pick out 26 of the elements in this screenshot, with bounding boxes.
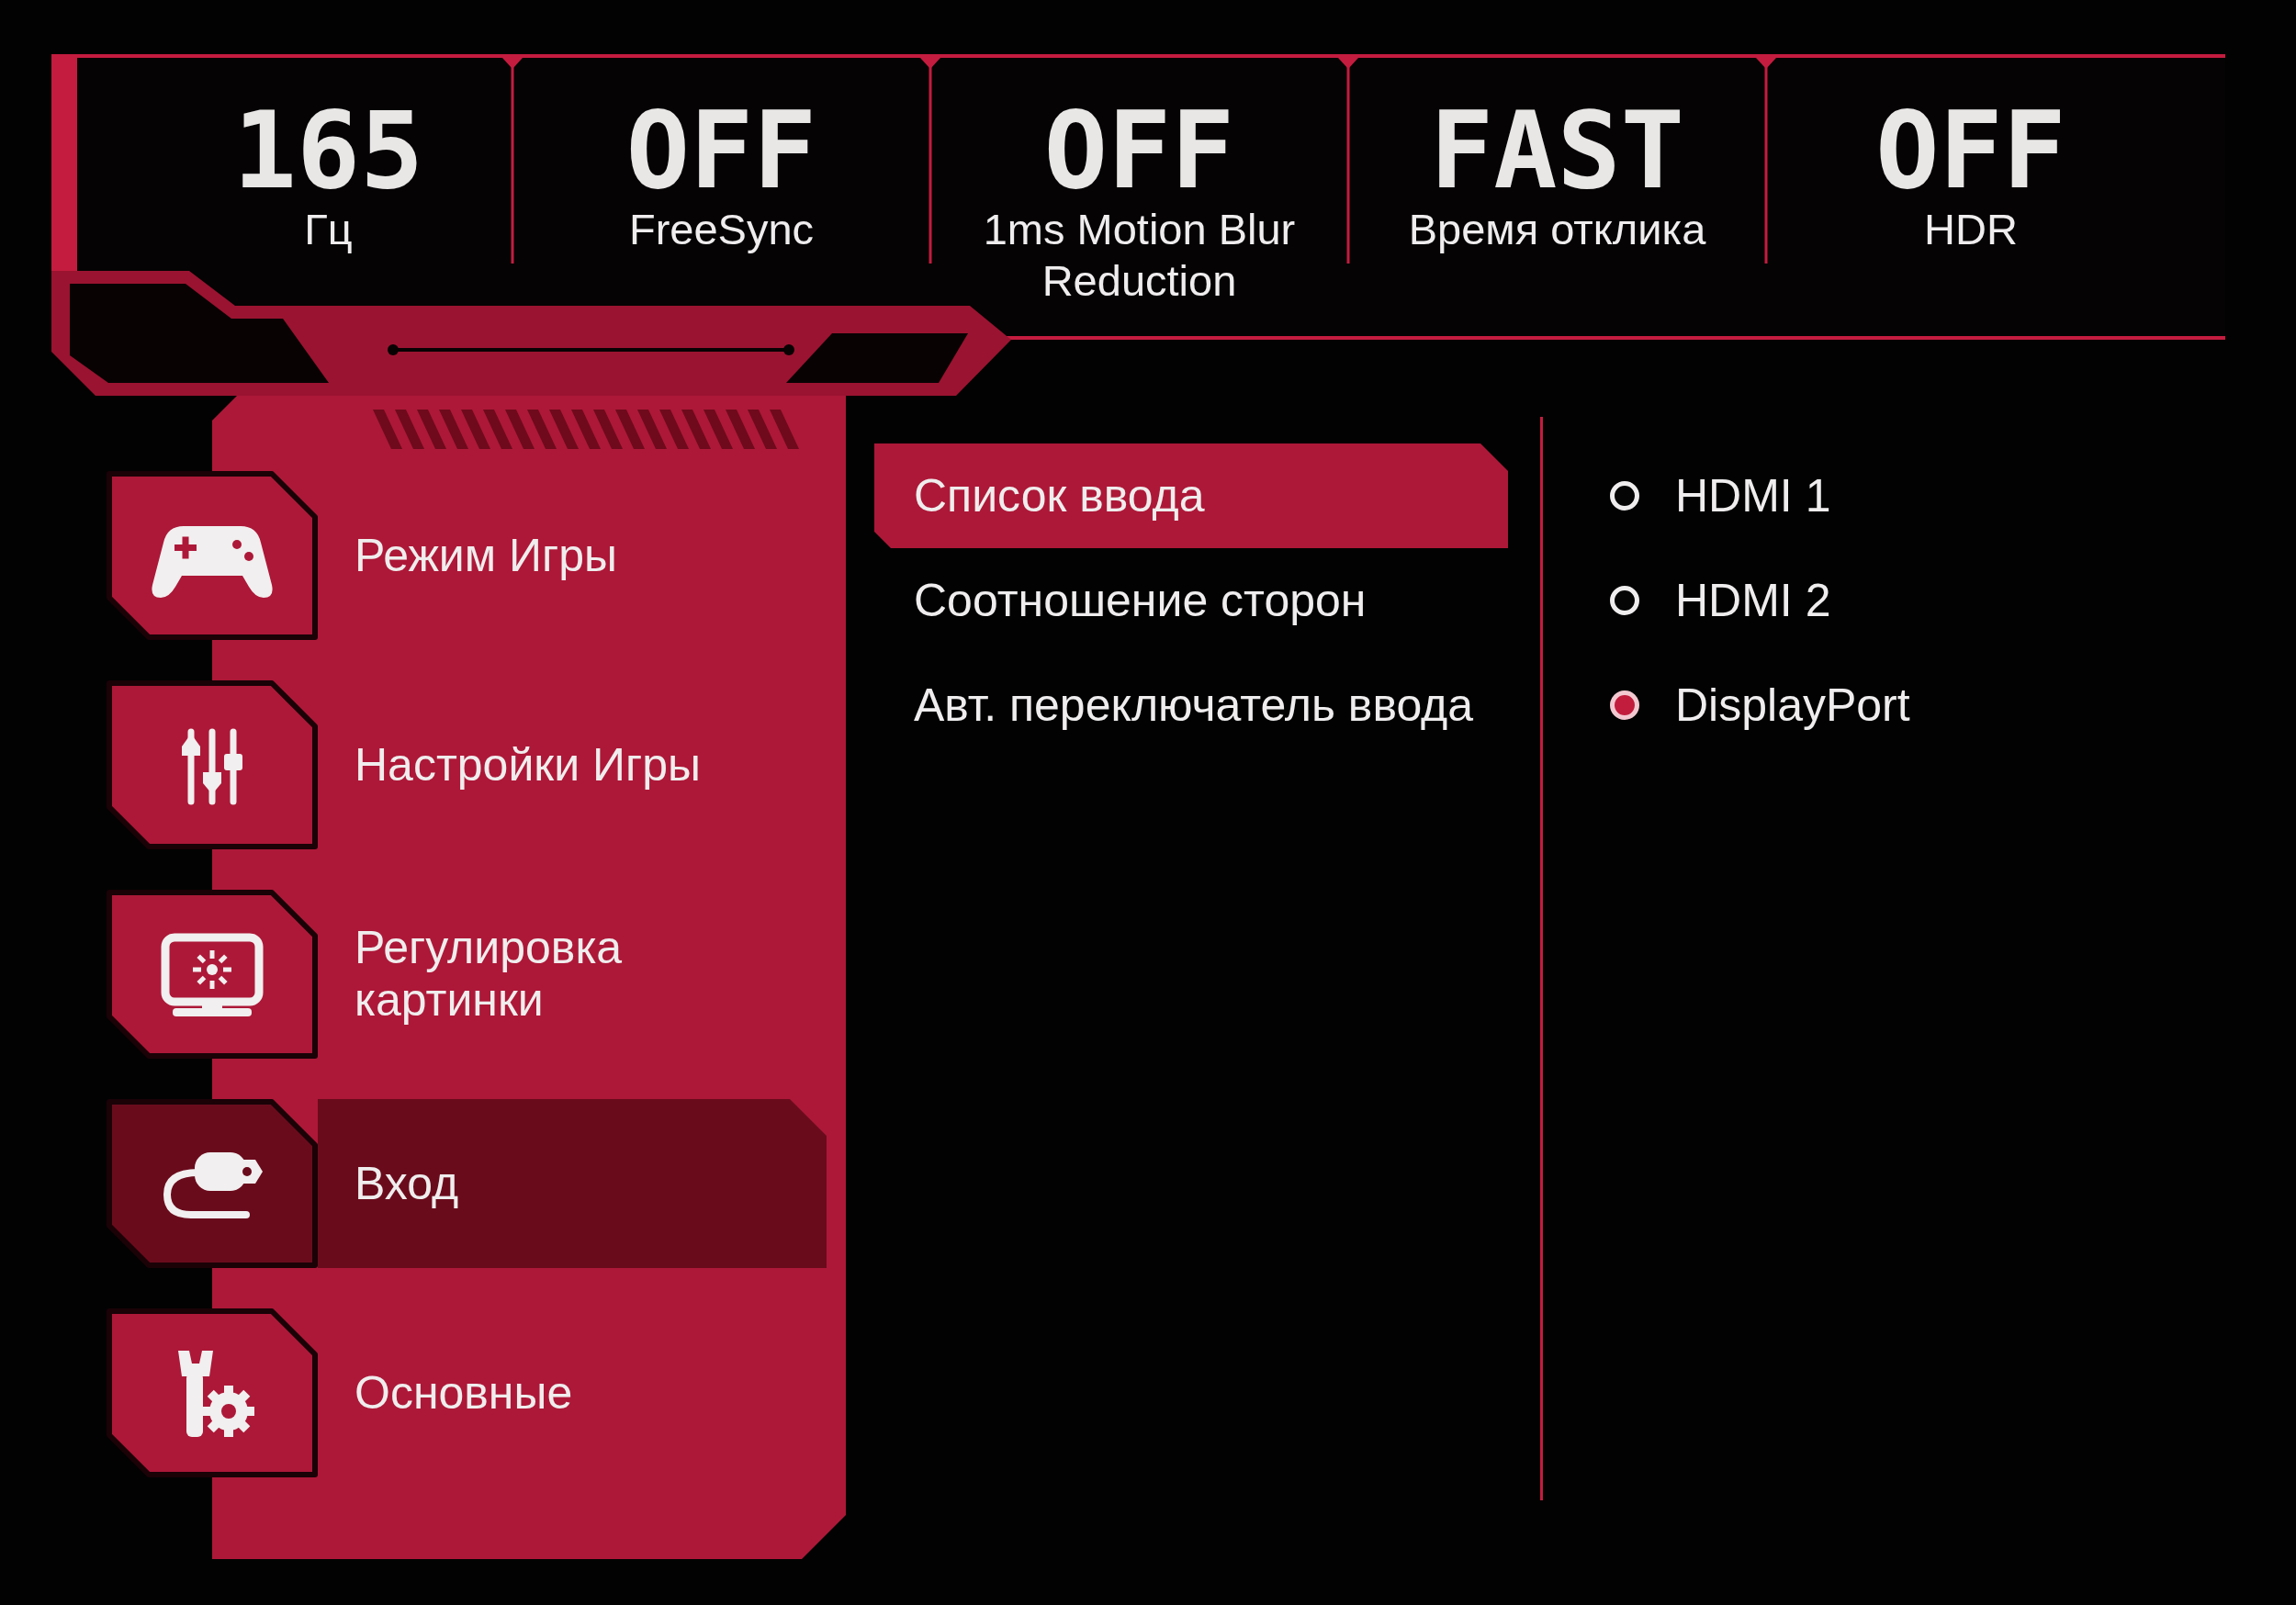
status-value: OFF <box>1043 98 1235 204</box>
submenu-item[interactable]: Авт. переключатель ввода <box>874 653 1508 758</box>
input-option[interactable]: HDMI 1 <box>1610 443 1831 548</box>
wrench-gear-icon <box>107 1308 318 1477</box>
input-option[interactable]: DisplayPort <box>1610 653 1910 758</box>
status-value: FAST <box>1430 98 1684 204</box>
input-option[interactable]: HDMI 2 <box>1610 548 1831 653</box>
status-label: Время отклика <box>1408 204 1706 255</box>
status-value: OFF <box>1875 98 2066 204</box>
status-value: 165 <box>232 98 424 204</box>
menu-item[interactable]: Основные <box>107 1308 827 1477</box>
sliders-icon <box>107 680 318 849</box>
status-label: 1ms Motion Blur Reduction <box>982 204 1297 307</box>
submenu-item[interactable]: Список ввода <box>874 443 1508 548</box>
monitor-icon <box>107 890 318 1059</box>
status-label: FreeSync <box>628 204 815 255</box>
menu-item[interactable]: Вход <box>107 1099 827 1268</box>
menu-item[interactable]: Настройки Игры <box>107 680 827 849</box>
status-label: HDR <box>1924 204 2018 255</box>
menu-item[interactable]: Режим Игры <box>107 471 827 640</box>
plug-icon <box>107 1099 318 1268</box>
status-label: Гц <box>304 204 353 255</box>
menu-item[interactable]: Регулировка картинки <box>107 890 827 1059</box>
status-value: OFF <box>625 98 817 204</box>
submenu-item[interactable]: Соотношение сторон <box>874 548 1508 653</box>
gamepad-icon <box>107 471 318 640</box>
